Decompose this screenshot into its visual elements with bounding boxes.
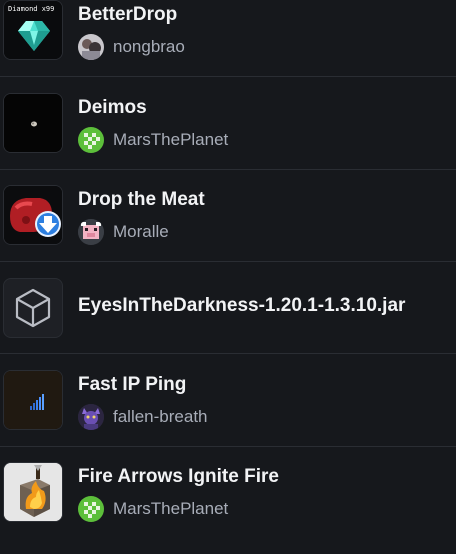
mod-row-drop-the-meat[interactable]: Drop the Meat Moralle [0,185,456,277]
diamond-count-label: Diamond x99 [8,5,54,13]
author-name: MarsThePlanet [113,130,229,149]
author-name: Moralle [113,222,169,241]
mod-title[interactable]: Drop the Meat [78,189,205,211]
author-avatar [78,219,104,245]
divider [0,353,456,354]
diamond-icon[interactable]: Diamond x99 [3,0,63,60]
mod-title[interactable]: Fast IP Ping [78,374,186,396]
mod-row-betterdrop[interactable]: Diamond x99 BetterDrop nongbrao [0,0,456,92]
author-avatar [78,496,104,522]
divider [0,261,456,262]
mod-row-fast-ip-ping[interactable]: Fast IP Ping fallen-breath [0,370,456,462]
author-avatar [78,127,104,153]
author-link[interactable]: MarsThePlanet [78,126,228,154]
author-link[interactable]: nongbrao [78,33,185,61]
mod-title[interactable]: BetterDrop [78,4,177,26]
mod-title[interactable]: Deimos [78,97,147,119]
mod-row-eyesinthedarkness[interactable]: EyesInTheDarkness-1.20.1-1.3.10.jar [0,278,456,370]
divider [0,446,456,447]
signal-bars-icon[interactable] [3,370,63,430]
moon-icon[interactable] [3,93,63,153]
author-avatar [78,404,104,430]
author-name: nongbrao [113,37,185,56]
mod-title[interactable]: EyesInTheDarkness-1.20.1-1.3.10.jar [78,295,405,317]
meat-drop-icon[interactable] [3,185,63,245]
cube-outline-icon[interactable] [3,278,63,338]
divider [0,76,456,77]
author-link[interactable]: Moralle [78,218,169,246]
author-name: MarsThePlanet [113,499,229,518]
burning-block-icon[interactable] [3,462,63,522]
mod-row-fire-arrows-ignite-fire[interactable]: Fire Arrows Ignite Fire MarsThePlanet [0,462,456,554]
author-name: fallen-breath [113,407,208,426]
mod-title[interactable]: Fire Arrows Ignite Fire [78,466,279,488]
mod-row-deimos[interactable]: Deimos MarsThePlanet [0,93,456,185]
author-link[interactable]: fallen-breath [78,403,208,431]
divider [0,169,456,170]
author-link[interactable]: MarsThePlanet [78,495,228,523]
author-avatar [78,34,104,60]
